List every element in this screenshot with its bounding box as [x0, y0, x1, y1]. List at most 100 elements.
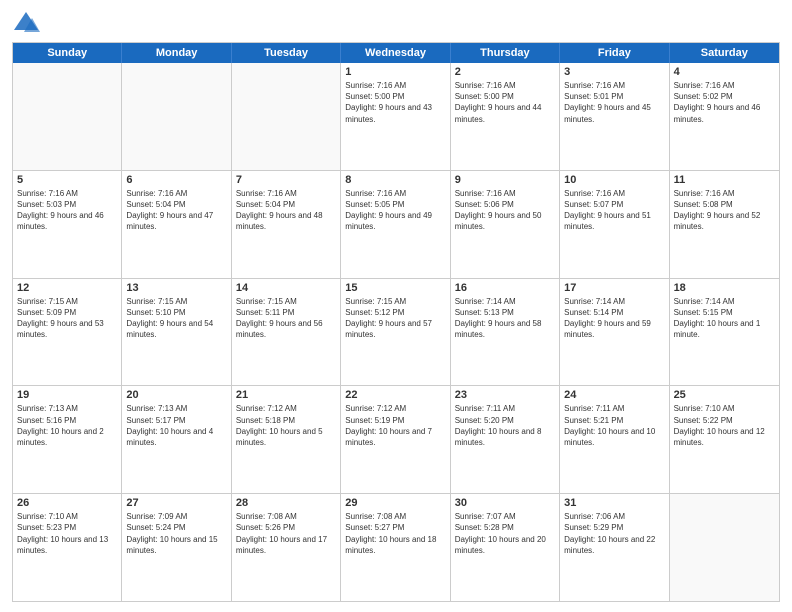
day-header-sunday: Sunday [13, 43, 122, 63]
day-info: Sunrise: 7:15 AM Sunset: 5:11 PM Dayligh… [236, 296, 336, 341]
day-info: Sunrise: 7:16 AM Sunset: 5:08 PM Dayligh… [674, 188, 775, 233]
day-number: 11 [674, 174, 775, 186]
day-cell-24: 24 Sunrise: 7:11 AM Sunset: 5:21 PM Dayli… [560, 386, 669, 493]
day-number: 13 [126, 282, 226, 294]
day-number: 16 [455, 282, 555, 294]
day-info: Sunrise: 7:14 AM Sunset: 5:15 PM Dayligh… [674, 296, 775, 341]
day-cell-7: 7 Sunrise: 7:16 AM Sunset: 5:04 PM Daylig… [232, 171, 341, 278]
day-info: Sunrise: 7:14 AM Sunset: 5:13 PM Dayligh… [455, 296, 555, 341]
day-number: 21 [236, 389, 336, 401]
logo-icon [12, 10, 40, 34]
day-number: 1 [345, 66, 445, 78]
day-number: 23 [455, 389, 555, 401]
day-info: Sunrise: 7:16 AM Sunset: 5:04 PM Dayligh… [126, 188, 226, 233]
day-cell-22: 22 Sunrise: 7:12 AM Sunset: 5:19 PM Dayli… [341, 386, 450, 493]
day-number: 14 [236, 282, 336, 294]
day-info: Sunrise: 7:16 AM Sunset: 5:06 PM Dayligh… [455, 188, 555, 233]
day-info: Sunrise: 7:08 AM Sunset: 5:27 PM Dayligh… [345, 511, 445, 556]
day-cell-20: 20Sunrise: 7:13 AM Sunset: 5:17 PM Dayli… [122, 386, 231, 493]
day-header-monday: Monday [122, 43, 231, 63]
day-cell-5: 5 Sunrise: 7:16 AM Sunset: 5:03 PM Daylig… [13, 171, 122, 278]
day-info: Sunrise: 7:16 AM Sunset: 5:01 PM Dayligh… [564, 80, 664, 125]
day-info: Sunrise: 7:14 AM Sunset: 5:14 PM Dayligh… [564, 296, 664, 341]
day-info: Sunrise: 7:16 AM Sunset: 5:02 PM Dayligh… [674, 80, 775, 125]
day-number: 28 [236, 497, 336, 509]
day-info: Sunrise: 7:11 AM Sunset: 5:20 PM Dayligh… [455, 403, 555, 448]
day-number: 22 [345, 389, 445, 401]
day-cell-18: 18 Sunrise: 7:14 AM Sunset: 5:15 PM Dayli… [670, 279, 779, 386]
day-number: 2 [455, 66, 555, 78]
day-info: Sunrise: 7:15 AM Sunset: 5:10 PM Dayligh… [126, 296, 226, 341]
day-info: Sunrise: 7:15 AM Sunset: 5:12 PM Dayligh… [345, 296, 445, 341]
day-info: Sunrise: 7:06 AM Sunset: 5:29 PM Dayligh… [564, 511, 664, 556]
day-number: 30 [455, 497, 555, 509]
day-info: Sunrise: 7:16 AM Sunset: 5:00 PM Dayligh… [345, 80, 445, 125]
day-info: Sunrise: 7:07 AM Sunset: 5:28 PM Dayligh… [455, 511, 555, 556]
day-number: 27 [126, 497, 226, 509]
day-info: Sunrise: 7:12 AM Sunset: 5:18 PM Dayligh… [236, 403, 336, 448]
day-info: Sunrise: 7:12 AM Sunset: 5:19 PM Dayligh… [345, 403, 445, 448]
day-cell-14: 14 Sunrise: 7:15 AM Sunset: 5:11 PM Dayli… [232, 279, 341, 386]
day-cell-28: 28 Sunrise: 7:08 AM Sunset: 5:26 PM Dayli… [232, 494, 341, 601]
day-number: 19 [17, 389, 117, 401]
day-cell-15: 15 Sunrise: 7:15 AM Sunset: 5:12 PM Dayli… [341, 279, 450, 386]
day-cell-13: 13 Sunrise: 7:15 AM Sunset: 5:10 PM Dayli… [122, 279, 231, 386]
week-row-2: 5 Sunrise: 7:16 AM Sunset: 5:03 PM Daylig… [13, 171, 779, 279]
day-cell-6: 6Sunrise: 7:16 AM Sunset: 5:04 PM Daylig… [122, 171, 231, 278]
day-number: 18 [674, 282, 775, 294]
day-number: 9 [455, 174, 555, 186]
day-number: 3 [564, 66, 664, 78]
day-cell-3: 3 Sunrise: 7:16 AM Sunset: 5:01 PM Daylig… [560, 63, 669, 170]
week-row-3: 12Sunrise: 7:15 AM Sunset: 5:09 PM Dayli… [13, 279, 779, 387]
week-row-4: 19Sunrise: 7:13 AM Sunset: 5:16 PM Dayli… [13, 386, 779, 494]
day-cell-21: 21 Sunrise: 7:12 AM Sunset: 5:18 PM Dayli… [232, 386, 341, 493]
day-number: 24 [564, 389, 664, 401]
day-number: 26 [17, 497, 117, 509]
day-cell-11: 11 Sunrise: 7:16 AM Sunset: 5:08 PM Dayli… [670, 171, 779, 278]
day-info: Sunrise: 7:11 AM Sunset: 5:21 PM Dayligh… [564, 403, 664, 448]
week-row-1: 1 Sunrise: 7:16 AM Sunset: 5:00 PM Daylig… [13, 63, 779, 171]
day-info: Sunrise: 7:09 AM Sunset: 5:24 PM Dayligh… [126, 511, 226, 556]
day-cell-9: 9 Sunrise: 7:16 AM Sunset: 5:06 PM Daylig… [451, 171, 560, 278]
day-number: 10 [564, 174, 664, 186]
day-number: 25 [674, 389, 775, 401]
day-number: 15 [345, 282, 445, 294]
day-info: Sunrise: 7:16 AM Sunset: 5:03 PM Dayligh… [17, 188, 117, 233]
day-cell-17: 17 Sunrise: 7:14 AM Sunset: 5:14 PM Dayli… [560, 279, 669, 386]
day-cell-12: 12Sunrise: 7:15 AM Sunset: 5:09 PM Dayli… [13, 279, 122, 386]
day-number: 12 [17, 282, 117, 294]
day-info: Sunrise: 7:10 AM Sunset: 5:22 PM Dayligh… [674, 403, 775, 448]
day-number: 20 [126, 389, 226, 401]
day-cell-8: 8 Sunrise: 7:16 AM Sunset: 5:05 PM Daylig… [341, 171, 450, 278]
day-cell-1: 1 Sunrise: 7:16 AM Sunset: 5:00 PM Daylig… [341, 63, 450, 170]
day-number: 17 [564, 282, 664, 294]
day-info: Sunrise: 7:16 AM Sunset: 5:05 PM Dayligh… [345, 188, 445, 233]
day-cell-27: 27 Sunrise: 7:09 AM Sunset: 5:24 PM Dayli… [122, 494, 231, 601]
day-cell-16: 16 Sunrise: 7:14 AM Sunset: 5:13 PM Dayli… [451, 279, 560, 386]
day-cell-19: 19Sunrise: 7:13 AM Sunset: 5:16 PM Dayli… [13, 386, 122, 493]
day-header-saturday: Saturday [670, 43, 779, 63]
day-cell-4: 4 Sunrise: 7:16 AM Sunset: 5:02 PM Daylig… [670, 63, 779, 170]
day-number: 4 [674, 66, 775, 78]
header [12, 10, 780, 34]
day-number: 31 [564, 497, 664, 509]
day-info: Sunrise: 7:08 AM Sunset: 5:26 PM Dayligh… [236, 511, 336, 556]
day-cell-29: 29Sunrise: 7:08 AM Sunset: 5:27 PM Dayli… [341, 494, 450, 601]
day-info: Sunrise: 7:16 AM Sunset: 5:00 PM Dayligh… [455, 80, 555, 125]
day-info: Sunrise: 7:16 AM Sunset: 5:04 PM Dayligh… [236, 188, 336, 233]
logo [12, 10, 44, 34]
day-header-thursday: Thursday [451, 43, 560, 63]
calendar-body: 1 Sunrise: 7:16 AM Sunset: 5:00 PM Daylig… [13, 63, 779, 601]
day-cell-empty [670, 494, 779, 601]
week-row-5: 26Sunrise: 7:10 AM Sunset: 5:23 PM Dayli… [13, 494, 779, 601]
day-info: Sunrise: 7:16 AM Sunset: 5:07 PM Dayligh… [564, 188, 664, 233]
day-headers: SundayMondayTuesdayWednesdayThursdayFrid… [13, 43, 779, 63]
day-number: 5 [17, 174, 117, 186]
day-number: 7 [236, 174, 336, 186]
day-number: 8 [345, 174, 445, 186]
day-header-tuesday: Tuesday [232, 43, 341, 63]
day-header-friday: Friday [560, 43, 669, 63]
day-cell-31: 31 Sunrise: 7:06 AM Sunset: 5:29 PM Dayli… [560, 494, 669, 601]
day-cell-10: 10 Sunrise: 7:16 AM Sunset: 5:07 PM Dayli… [560, 171, 669, 278]
day-cell-30: 30 Sunrise: 7:07 AM Sunset: 5:28 PM Dayli… [451, 494, 560, 601]
